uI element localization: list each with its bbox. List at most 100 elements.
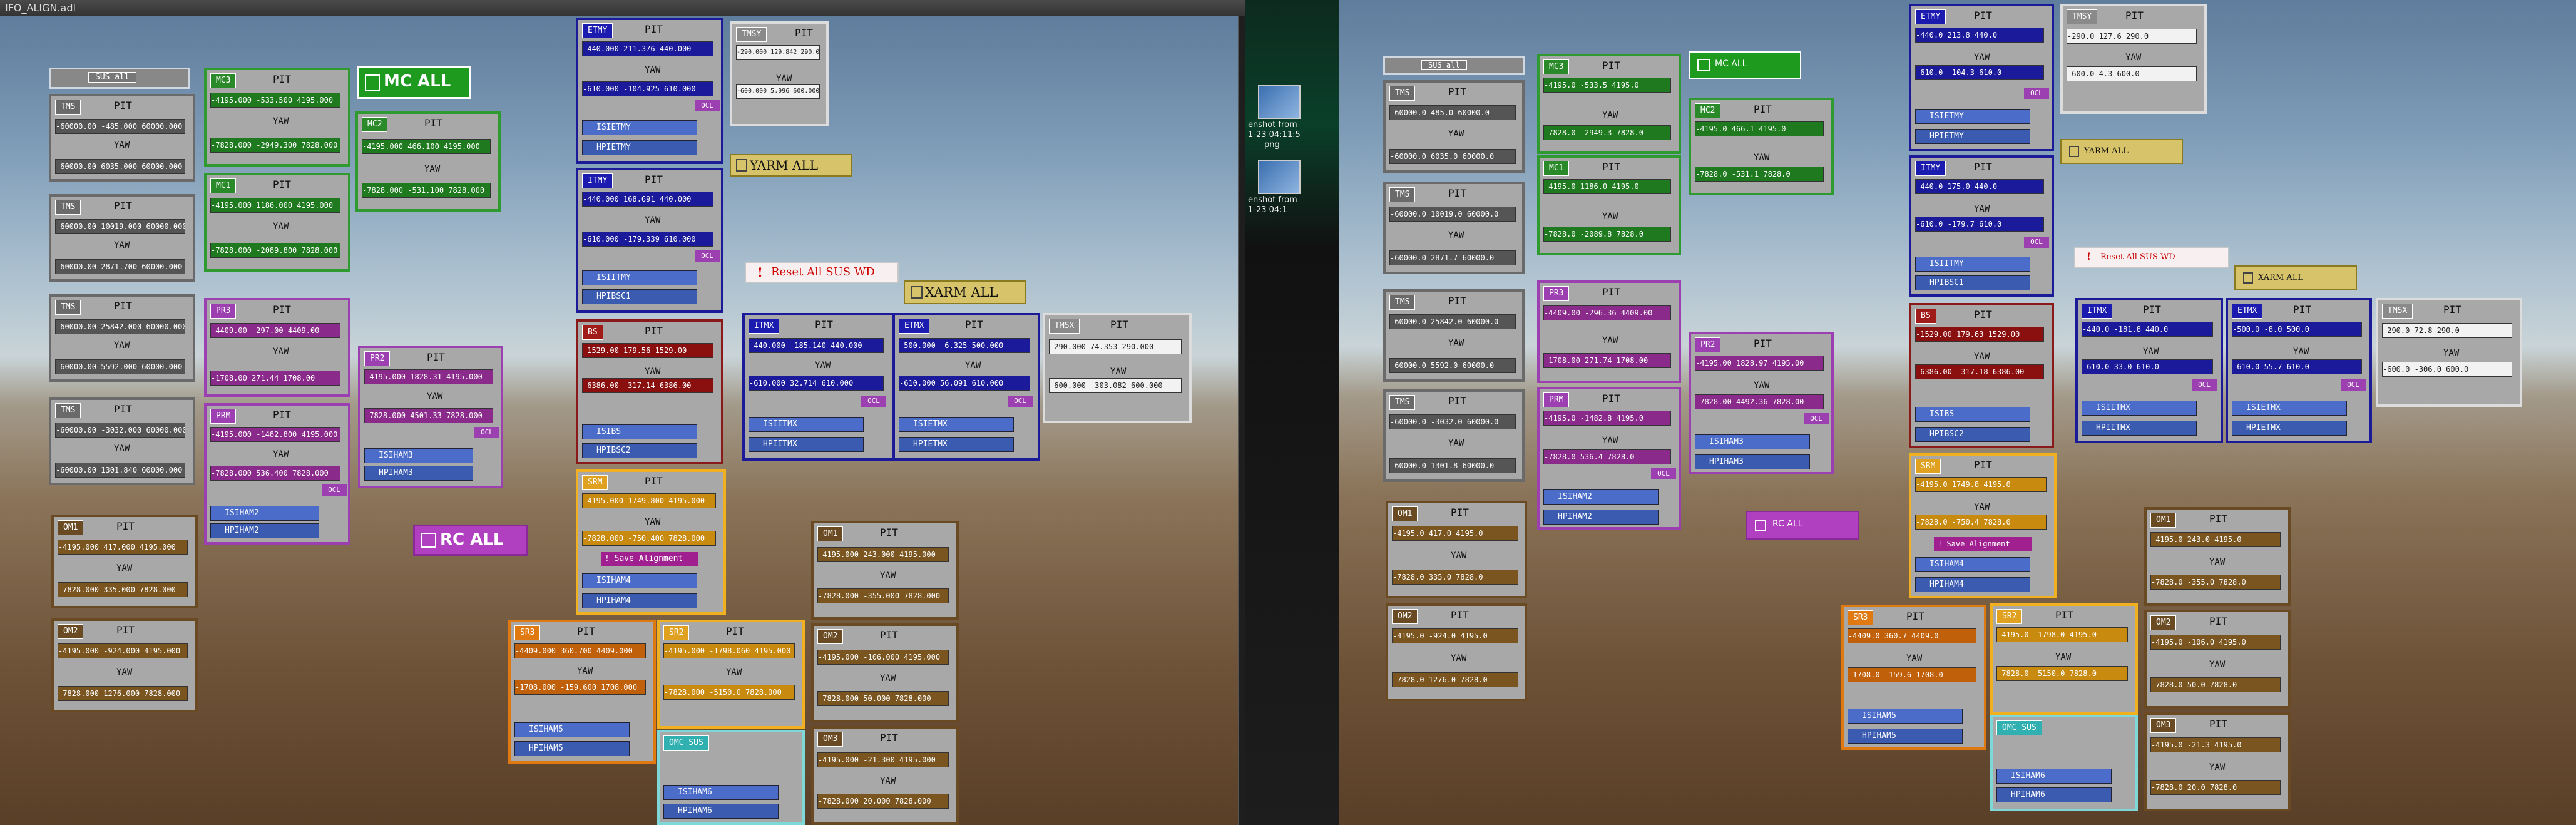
hpi-bsc1-button[interactable]: HPIBSC1: [582, 289, 697, 304]
panel-tag[interactable]: OM2: [2150, 615, 2177, 630]
ocl-button[interactable]: OCL: [695, 100, 720, 111]
save-alignment-button[interactable]: ! Save Alignment: [1934, 537, 2032, 551]
hpi-etmy-button[interactable]: HPIETMY: [1915, 129, 2030, 144]
rc-all-button[interactable]: RC ALL: [1746, 511, 1859, 540]
panel-tag[interactable]: TMSX: [1049, 319, 1080, 334]
save-alignment-button[interactable]: ! Save Alignment: [601, 552, 698, 566]
panel-tag[interactable]: ETMX: [2232, 304, 2263, 319]
hpi-ham6-button[interactable]: HPIHAM6: [663, 804, 779, 819]
panel-tag[interactable]: SR2: [1996, 609, 2023, 624]
panel-tag[interactable]: MC2: [1695, 103, 1721, 118]
screenshot-file-icon[interactable]: [1258, 85, 1301, 119]
hpi-ham4-button[interactable]: HPIHAM4: [582, 593, 697, 608]
mc-all-button[interactable]: MC ALL: [1689, 51, 1801, 79]
xarm-all-button[interactable]: XARM ALL: [2234, 265, 2357, 290]
panel-tag[interactable]: OM1: [817, 526, 844, 541]
panel-tag[interactable]: OM1: [2150, 513, 2177, 528]
panel-tag[interactable]: PR2: [1695, 337, 1721, 352]
panel-tag[interactable]: TMSY: [736, 27, 767, 42]
ocl-button[interactable]: OCL: [322, 484, 347, 496]
hpi-ham2-button[interactable]: HPIHAM2: [210, 523, 319, 538]
panel-tag[interactable]: OMC SUS: [663, 735, 709, 751]
isi-bs-button[interactable]: ISIBS: [582, 424, 697, 439]
ocl-button[interactable]: OCL: [1651, 468, 1676, 479]
xarm-all-button[interactable]: XARM ALL: [904, 280, 1026, 304]
sus-all-button[interactable]: SUS all: [1383, 56, 1525, 75]
hpi-ham5-button[interactable]: HPIHAM5: [1848, 729, 1963, 744]
panel-tag[interactable]: SR2: [663, 625, 690, 640]
ocl-button[interactable]: OCL: [2024, 237, 2049, 248]
panel-tag[interactable]: ETMY: [1915, 9, 1946, 24]
yarm-all-button[interactable]: YARM ALL: [2060, 139, 2183, 164]
ocl-button[interactable]: OCL: [1008, 396, 1033, 407]
yarm-all-button[interactable]: YARM ALL: [730, 154, 852, 177]
panel-tag[interactable]: MC1: [1543, 161, 1570, 176]
isi-ham6-button[interactable]: ISIHAM6: [1996, 769, 2112, 784]
rc-all-button[interactable]: RC ALL: [413, 525, 528, 556]
panel-tag[interactable]: TMS: [55, 200, 81, 215]
panel-tag[interactable]: MC1: [210, 178, 237, 193]
panel-tag[interactable]: TMS: [1389, 295, 1416, 310]
reset-sus-wd-button[interactable]: ! Reset All SUS WD: [745, 262, 899, 283]
hpi-ham5-button[interactable]: HPIHAM5: [514, 741, 630, 756]
screenshot-file-icon-2[interactable]: [1258, 160, 1301, 194]
ocl-button[interactable]: OCL: [2192, 379, 2217, 391]
panel-tag[interactable]: MC2: [362, 117, 388, 132]
isi-itmy-button[interactable]: ISIITMY: [1915, 257, 2030, 272]
panel-tag[interactable]: OM1: [1392, 506, 1418, 521]
isi-itmx-button[interactable]: ISIITMX: [749, 417, 864, 432]
panel-tag[interactable]: PR3: [210, 304, 237, 319]
panel-tag[interactable]: OM2: [58, 624, 84, 639]
isi-itmy-button[interactable]: ISIITMY: [582, 270, 697, 285]
hpi-itmx-button[interactable]: HPIITMX: [2082, 421, 2197, 436]
panel-tag[interactable]: OM1: [58, 520, 84, 535]
panel-tag[interactable]: TMS: [1389, 395, 1416, 410]
reset-sus-wd-button[interactable]: ! Reset All SUS WD: [2074, 247, 2229, 268]
isi-bs-button[interactable]: ISIBS: [1915, 407, 2030, 422]
panel-tag[interactable]: TMSX: [2382, 304, 2413, 319]
panel-tag[interactable]: MC3: [210, 73, 237, 88]
hpi-ham6-button[interactable]: HPIHAM6: [1996, 787, 2112, 802]
panel-tag[interactable]: TMS: [55, 100, 81, 115]
isi-etmx-button[interactable]: ISIETMX: [2232, 401, 2347, 416]
panel-tag[interactable]: TMSY: [2067, 9, 2098, 24]
panel-tag[interactable]: ITMY: [1915, 161, 1946, 176]
panel-tag[interactable]: OM2: [817, 629, 844, 644]
hpi-ham2-button[interactable]: HPIHAM2: [1543, 510, 1659, 525]
panel-tag[interactable]: PRM: [210, 409, 237, 424]
hpi-itmx-button[interactable]: HPIITMX: [749, 437, 864, 452]
sus-all-button[interactable]: SUS all: [49, 68, 190, 89]
isi-etmx-button[interactable]: ISIETMX: [899, 417, 1014, 432]
panel-tag[interactable]: TMS: [1389, 86, 1416, 101]
isi-ham3-button[interactable]: ISIHAM3: [364, 448, 473, 463]
panel-tag[interactable]: PR2: [364, 351, 391, 366]
panel-tag[interactable]: ITMX: [2082, 304, 2113, 319]
isi-ham3-button[interactable]: ISIHAM3: [1695, 434, 1810, 449]
hpi-ham3-button[interactable]: HPIHAM3: [364, 466, 473, 481]
isi-ham4-button[interactable]: ISIHAM4: [1915, 557, 2030, 572]
panel-tag[interactable]: ETMX: [899, 319, 930, 334]
ocl-button[interactable]: OCL: [861, 396, 886, 407]
panel-tag[interactable]: TMS: [55, 300, 81, 315]
hpi-bsc2-button[interactable]: HPIBSC2: [1915, 427, 2030, 442]
panel-tag[interactable]: OM3: [2150, 718, 2177, 733]
isi-ham5-button[interactable]: ISIHAM5: [514, 722, 630, 737]
panel-tag[interactable]: ITMX: [749, 319, 780, 334]
hpi-ham4-button[interactable]: HPIHAM4: [1915, 577, 2030, 592]
panel-tag[interactable]: SR3: [1848, 610, 1874, 625]
hpi-etmx-button[interactable]: HPIETMX: [2232, 421, 2347, 436]
isi-ham6-button[interactable]: ISIHAM6: [663, 785, 779, 800]
hpi-bsc1-button[interactable]: HPIBSC1: [1915, 275, 2030, 290]
panel-tag[interactable]: BS: [1915, 309, 1936, 324]
panel-tag[interactable]: ETMY: [582, 23, 613, 38]
isi-ham4-button[interactable]: ISIHAM4: [582, 573, 697, 588]
isi-ham5-button[interactable]: ISIHAM5: [1848, 709, 1963, 724]
mc-all-button[interactable]: MC ALL: [357, 66, 471, 99]
hpi-etmx-button[interactable]: HPIETMX: [899, 437, 1014, 452]
window-scrollbar[interactable]: [1238, 16, 1245, 825]
panel-tag[interactable]: TMS: [55, 403, 81, 418]
isi-etmy-button[interactable]: ISIETMY: [1915, 109, 2030, 124]
hpi-etmy-button[interactable]: HPIETMY: [582, 140, 697, 155]
panel-tag[interactable]: OMC SUS: [1996, 720, 2042, 735]
ocl-button[interactable]: OCL: [1804, 413, 1829, 424]
